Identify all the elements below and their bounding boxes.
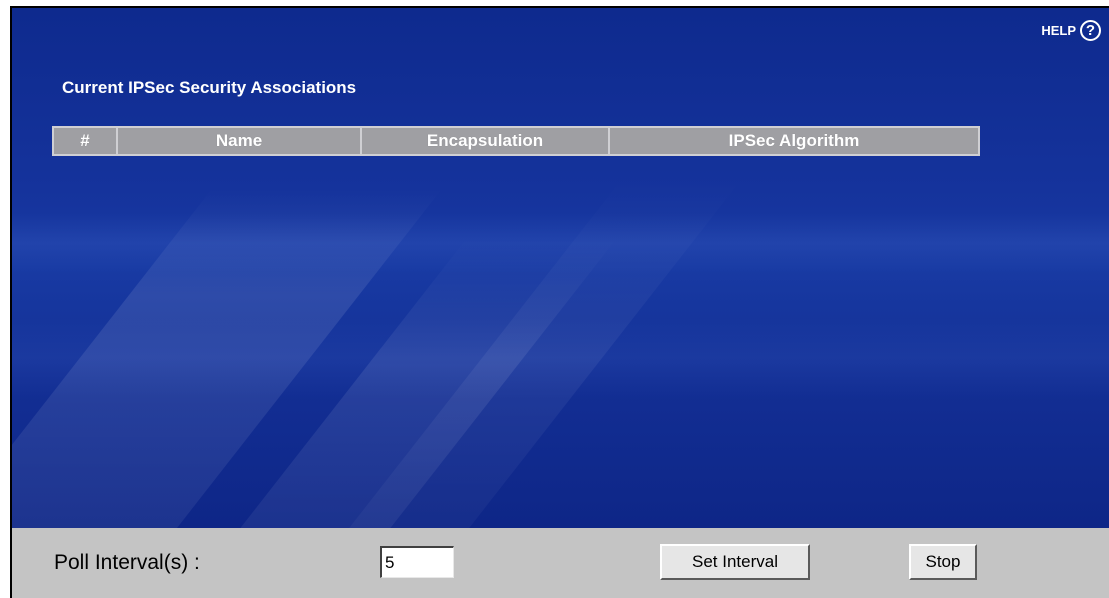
- sa-table-header: # Name Encapsulation IPSec Algorithm: [52, 126, 980, 156]
- background-stripe: [12, 188, 443, 528]
- poll-interval-label: Poll Interval(s) :: [54, 551, 200, 574]
- column-header-encapsulation: Encapsulation: [362, 128, 610, 154]
- poll-bar: Poll Interval(s) : Set Interval Stop: [12, 528, 1109, 598]
- background-band: [12, 318, 1109, 398]
- background-band: [12, 213, 1109, 273]
- background-stripe: [216, 238, 618, 528]
- main-panel: HELP ? Current IPSec Security Associatio…: [12, 8, 1109, 528]
- column-header-name: Name: [118, 128, 362, 154]
- poll-interval-input[interactable]: [380, 546, 454, 578]
- column-header-ipsec-algorithm: IPSec Algorithm: [728, 131, 860, 150]
- background-stripe: [341, 178, 743, 528]
- stop-button[interactable]: Stop: [909, 544, 977, 580]
- help-link[interactable]: HELP ?: [1041, 20, 1101, 41]
- column-header-number: #: [54, 128, 118, 154]
- set-interval-button[interactable]: Set Interval: [660, 544, 810, 580]
- question-circle-icon[interactable]: ?: [1080, 20, 1101, 41]
- section-title: Current IPSec Security Associations: [62, 78, 357, 97]
- help-label: HELP: [1041, 23, 1076, 38]
- sa-monitor-window: HELP ? Current IPSec Security Associatio…: [10, 6, 1109, 598]
